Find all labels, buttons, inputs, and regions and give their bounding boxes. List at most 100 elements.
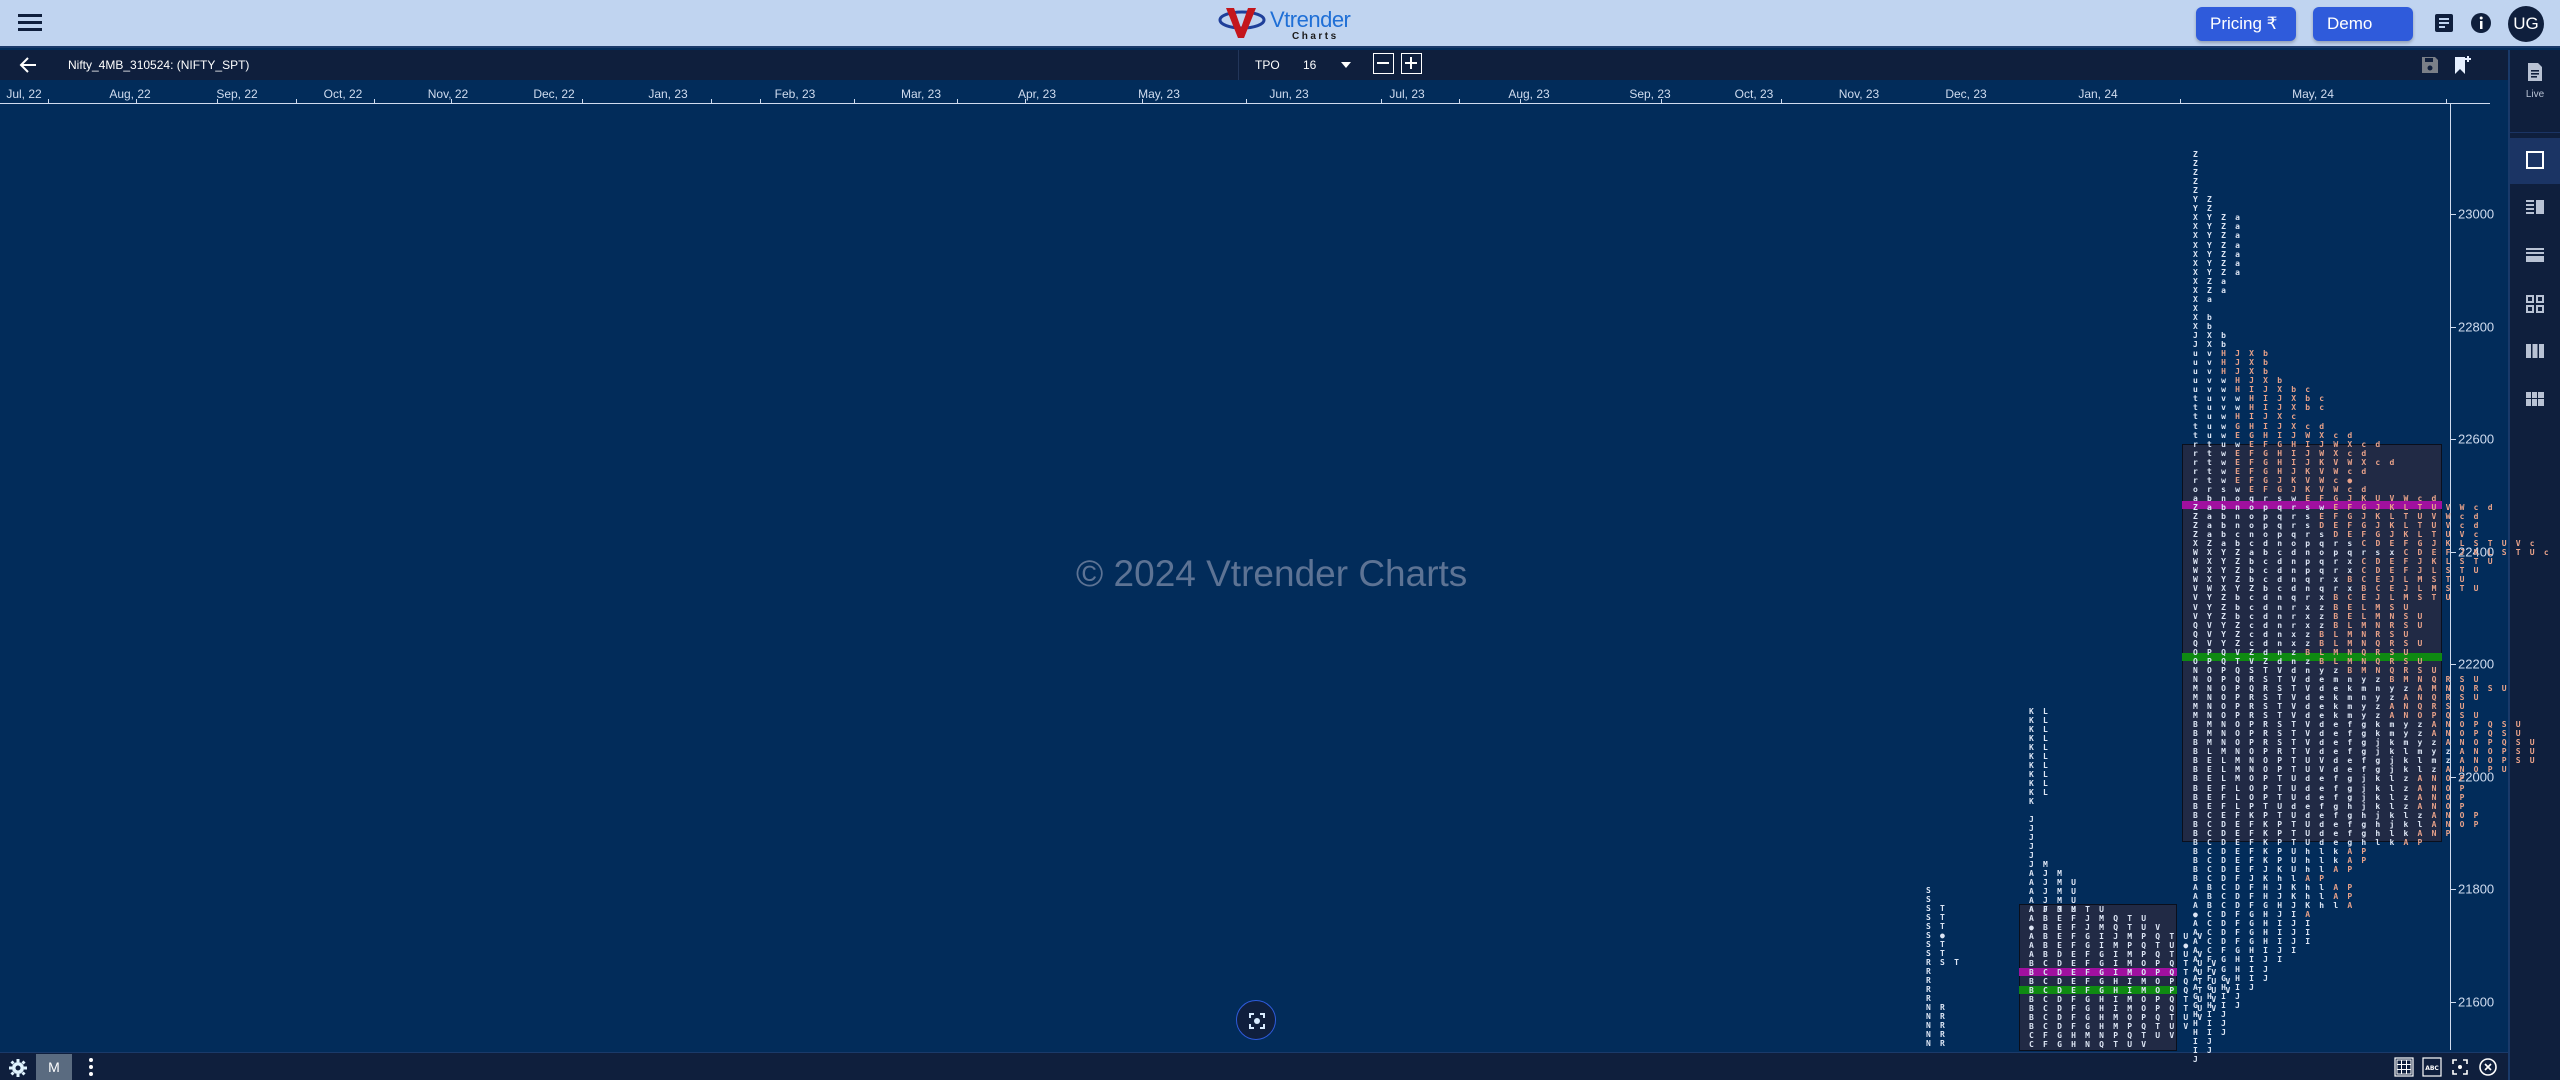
tpo-row-mid: B C D E F G I M O P Q T U V [2029, 959, 2218, 968]
tpo-letters-white: G H I J [2193, 991, 2243, 1001]
tpo-row-main: X Y Z a [2193, 259, 2242, 268]
tpo-letters-white: W X Y Z a b c d n o p q r s x [2193, 548, 2404, 558]
x-axis-label: Jul, 23 [1389, 87, 1425, 101]
mode-button[interactable]: M [36, 1054, 72, 1080]
notes-icon[interactable] [2433, 12, 2455, 34]
tpo-letters-orange: E F G H J K V W c d [2235, 466, 2369, 476]
menu-icon[interactable] [18, 14, 42, 32]
tpo-row-small: N R [1926, 1039, 1947, 1048]
x-axis-label: Jul, 22 [6, 87, 42, 101]
tpo-row-main: r t w E F G H J K V W c d [2193, 467, 2368, 476]
more-vertical-icon[interactable] [88, 1058, 94, 1076]
tpo-letters: K L [2029, 743, 2051, 752]
tpo-letters-white: A F G H I J [2193, 964, 2271, 974]
tpo-letters: S [1926, 886, 1934, 895]
tpo-letters-orange: B C E J L M S T U [2347, 575, 2467, 585]
save-icon[interactable] [2420, 55, 2440, 75]
grid-profile-button[interactable] [2510, 282, 2560, 328]
info-icon[interactable] [2470, 12, 2492, 34]
tpo-letters: R S T [1926, 958, 1962, 967]
tpo-row-mid: B C D F G H M P Q T U V [2029, 1022, 2190, 1031]
tpo-letters: J [2029, 851, 2037, 860]
x-axis-label: May, 23 [1138, 87, 1180, 101]
tpo-letters-white: A C D F G H I J I [2193, 937, 2313, 947]
tpo-letters: A B E F G I M P Q T U ● [2029, 941, 2191, 950]
tpo-letters: R [1926, 994, 1934, 1003]
tpo-letters-white: B M N O P R S T V d e f g k m y z [2193, 720, 2432, 730]
tpo-letters: K L [2029, 779, 2051, 788]
y-axis-label: 22600 [2458, 431, 2495, 447]
chevron-down-icon[interactable] [1341, 62, 1351, 68]
tpo-letters: A J M [2029, 869, 2065, 878]
tpo-row-main: X Y Z a [2193, 231, 2242, 240]
tpo-letters-orange: B L M N R S U [2333, 620, 2425, 630]
tpo-row-main: I J [2193, 1037, 2214, 1046]
tpo-row-main: X Y Z a [2193, 250, 2242, 259]
fit-screen-icon[interactable] [2450, 1057, 2470, 1077]
x-axis: Jul, 22 Aug, 22 Sep, 22 Oct, 22 Nov, 22 Dec, … [0, 80, 2508, 104]
tpo-letters-white: B C D E F J K U h l [2193, 864, 2334, 874]
tpo-row-main: M N O P R S T V d e k m y z A N O P Q S … [2193, 711, 2481, 720]
column-profile-button[interactable] [2510, 330, 2560, 376]
recenter-button[interactable] [1236, 1000, 1276, 1040]
live-button[interactable]: Live [2510, 62, 2560, 100]
tpo-letters: N R [1926, 1039, 1948, 1048]
tpo-row-small: S T [1926, 904, 1947, 913]
tpo-row-mid: C F G H M N P Q T U V [2029, 1031, 2176, 1040]
tpo-row-small: N R [1926, 1030, 1947, 1039]
tpo-letters-orange: B E L M S U [2333, 602, 2411, 612]
svg-text:ABC: ABC [2425, 1065, 2439, 1072]
matrix-profile-button[interactable] [2510, 378, 2560, 424]
avatar[interactable]: UG [2508, 6, 2544, 42]
tpo-row-main: r t w E F G H I J K V W X c d [2193, 458, 2397, 467]
matrix-icon [2526, 392, 2544, 406]
tpo-row-main: Q V Y Z c d n r x z B L M N R S U [2193, 621, 2425, 630]
tpo-row-main: J X b [2193, 340, 2228, 349]
letters-toggle-icon[interactable]: ABC [2422, 1057, 2442, 1077]
tpo-row-main: Z a b n o p q r s w E F G J K L T U V W … [2193, 503, 2495, 512]
tpo-row-main: X b [2193, 322, 2214, 331]
tpo-letters-white: O P Q T V Z d n z [2193, 656, 2320, 666]
tpo-row-mid: K L [2029, 716, 2050, 725]
tpo-letters-orange: E F G J K L T U V W c d [2333, 502, 2495, 512]
tpo-row-mid: A B E F G I M P Q T U ● [2029, 941, 2190, 950]
tpo-letters-white: W X Y Z b c d n q r x [2193, 575, 2348, 585]
gear-icon[interactable] [8, 1058, 28, 1078]
y-axis-tick [2450, 664, 2456, 665]
tpo-letters-white: X Y Z a [2193, 240, 2243, 250]
tpo-letters-orange: A P [2347, 855, 2369, 865]
tpo-letters-orange: A N O P [2417, 783, 2467, 793]
tpo-letters-orange: B M N Q R S U [2347, 665, 2439, 675]
tpo-letters-white: B C D E F K P U h l k [2193, 846, 2348, 856]
grid-toggle-icon[interactable] [2394, 1057, 2414, 1077]
tpo-row-main: B E F L P T U d e f g h j k l z A N O P [2193, 802, 2467, 811]
tpo-size-select[interactable]: 16 [1303, 58, 1316, 72]
demo-button[interactable]: Demo [2313, 7, 2413, 65]
tpo-letters-orange: H J X b [2221, 367, 2271, 377]
tpo-row-main: t u v w H I J X b c [2193, 403, 2326, 412]
zoom-in-button[interactable] [1401, 53, 1422, 74]
bookmark-add-icon[interactable] [2452, 54, 2474, 76]
tpo-letters-white: o r s w [2193, 484, 2250, 494]
pricing-button[interactable]: Pricing ₹ [2196, 7, 2296, 41]
tpo-row-mid: A J M U [2029, 878, 2078, 887]
tpo-letters-orange: E F G H I J W X c d [2249, 439, 2383, 449]
tpo-row-main: B M N O P R S T V d e f g k m y z A N O … [2193, 729, 2523, 738]
back-arrow-icon[interactable] [18, 55, 38, 75]
logo: Vtrender Charts [1218, 6, 1351, 42]
tpo-letters-orange: A P [2347, 846, 2369, 856]
y-axis-tick [2450, 327, 2456, 328]
tpo-row-main: A F G H I J I [2193, 955, 2284, 964]
horizontal-profile-button[interactable] [2510, 234, 2560, 280]
close-circle-icon[interactable] [2478, 1057, 2498, 1077]
tpo-row-main: J X b [2193, 331, 2228, 340]
split-profile-button[interactable] [2510, 186, 2560, 232]
tpo-row-main: H I J [2193, 1028, 2228, 1037]
single-profile-button[interactable] [2510, 138, 2560, 184]
tpo-letters-orange: A N O P S U [2459, 747, 2537, 757]
tpo-letters-white: I J [2193, 1036, 2215, 1046]
x-axis-label: Nov, 22 [427, 87, 469, 101]
tpo-row-main: A B C D F G H J K h l A [2193, 901, 2354, 910]
zoom-out-button[interactable] [1373, 53, 1394, 74]
tpo-row-main: W X Y Z b c d n q r x B C E J L M S T U [2193, 575, 2467, 584]
